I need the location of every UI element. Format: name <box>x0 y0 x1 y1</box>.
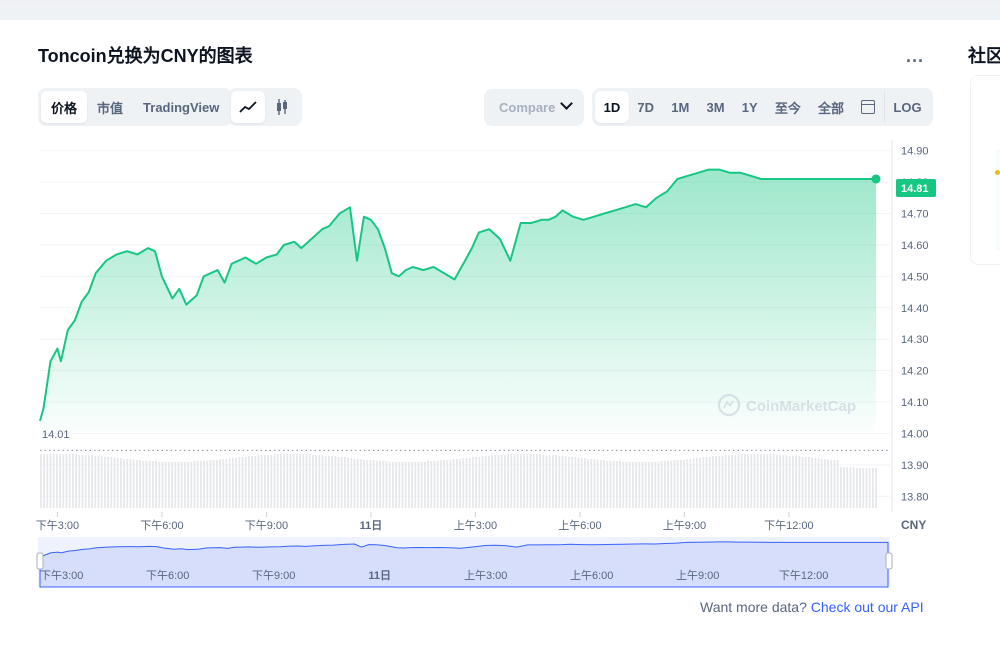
range-1d[interactable]: 1D <box>595 91 629 123</box>
range-7d[interactable]: 7D <box>629 91 663 123</box>
tab-price[interactable]: 价格 <box>41 91 88 123</box>
tab-tradingview[interactable]: TradingView <box>133 91 229 123</box>
page-title: Toncoin兑换为CNY的图表 <box>38 46 253 66</box>
chevron-down-icon <box>560 97 573 110</box>
calendar-icon[interactable] <box>853 91 884 123</box>
range-ytd[interactable]: 至今 <box>766 91 809 123</box>
api-link[interactable]: Check out our API <box>811 599 924 615</box>
chart-type-toggle <box>228 88 302 126</box>
range-all[interactable]: 全部 <box>809 91 852 123</box>
side-panel-title: 社区 <box>968 46 1000 66</box>
top-strip <box>0 0 1000 20</box>
line-chart-icon[interactable] <box>231 91 265 123</box>
api-text: Want more data? <box>700 599 807 615</box>
api-promo: Want more data? Check out our API <box>700 599 924 615</box>
tab-market-cap[interactable]: 市值 <box>87 91 133 123</box>
log-toggle[interactable]: LOG <box>883 91 930 123</box>
range-3m[interactable]: 3M <box>698 91 733 123</box>
candlestick-icon[interactable] <box>265 91 299 123</box>
range-1y[interactable]: 1Y <box>733 91 766 123</box>
more-options-icon[interactable]: ... <box>906 46 924 67</box>
compare-select[interactable]: Compare with <box>484 89 584 126</box>
range-1m[interactable]: 1M <box>663 91 698 123</box>
metric-tabs: 价格 市值 TradingView <box>38 88 233 126</box>
range-tabs: 1D 7D 1M 3M 1Y 至今 全部 LOG <box>592 88 934 126</box>
compare-label: Compare with <box>499 100 559 115</box>
side-card-dot-icon <box>995 170 1000 175</box>
